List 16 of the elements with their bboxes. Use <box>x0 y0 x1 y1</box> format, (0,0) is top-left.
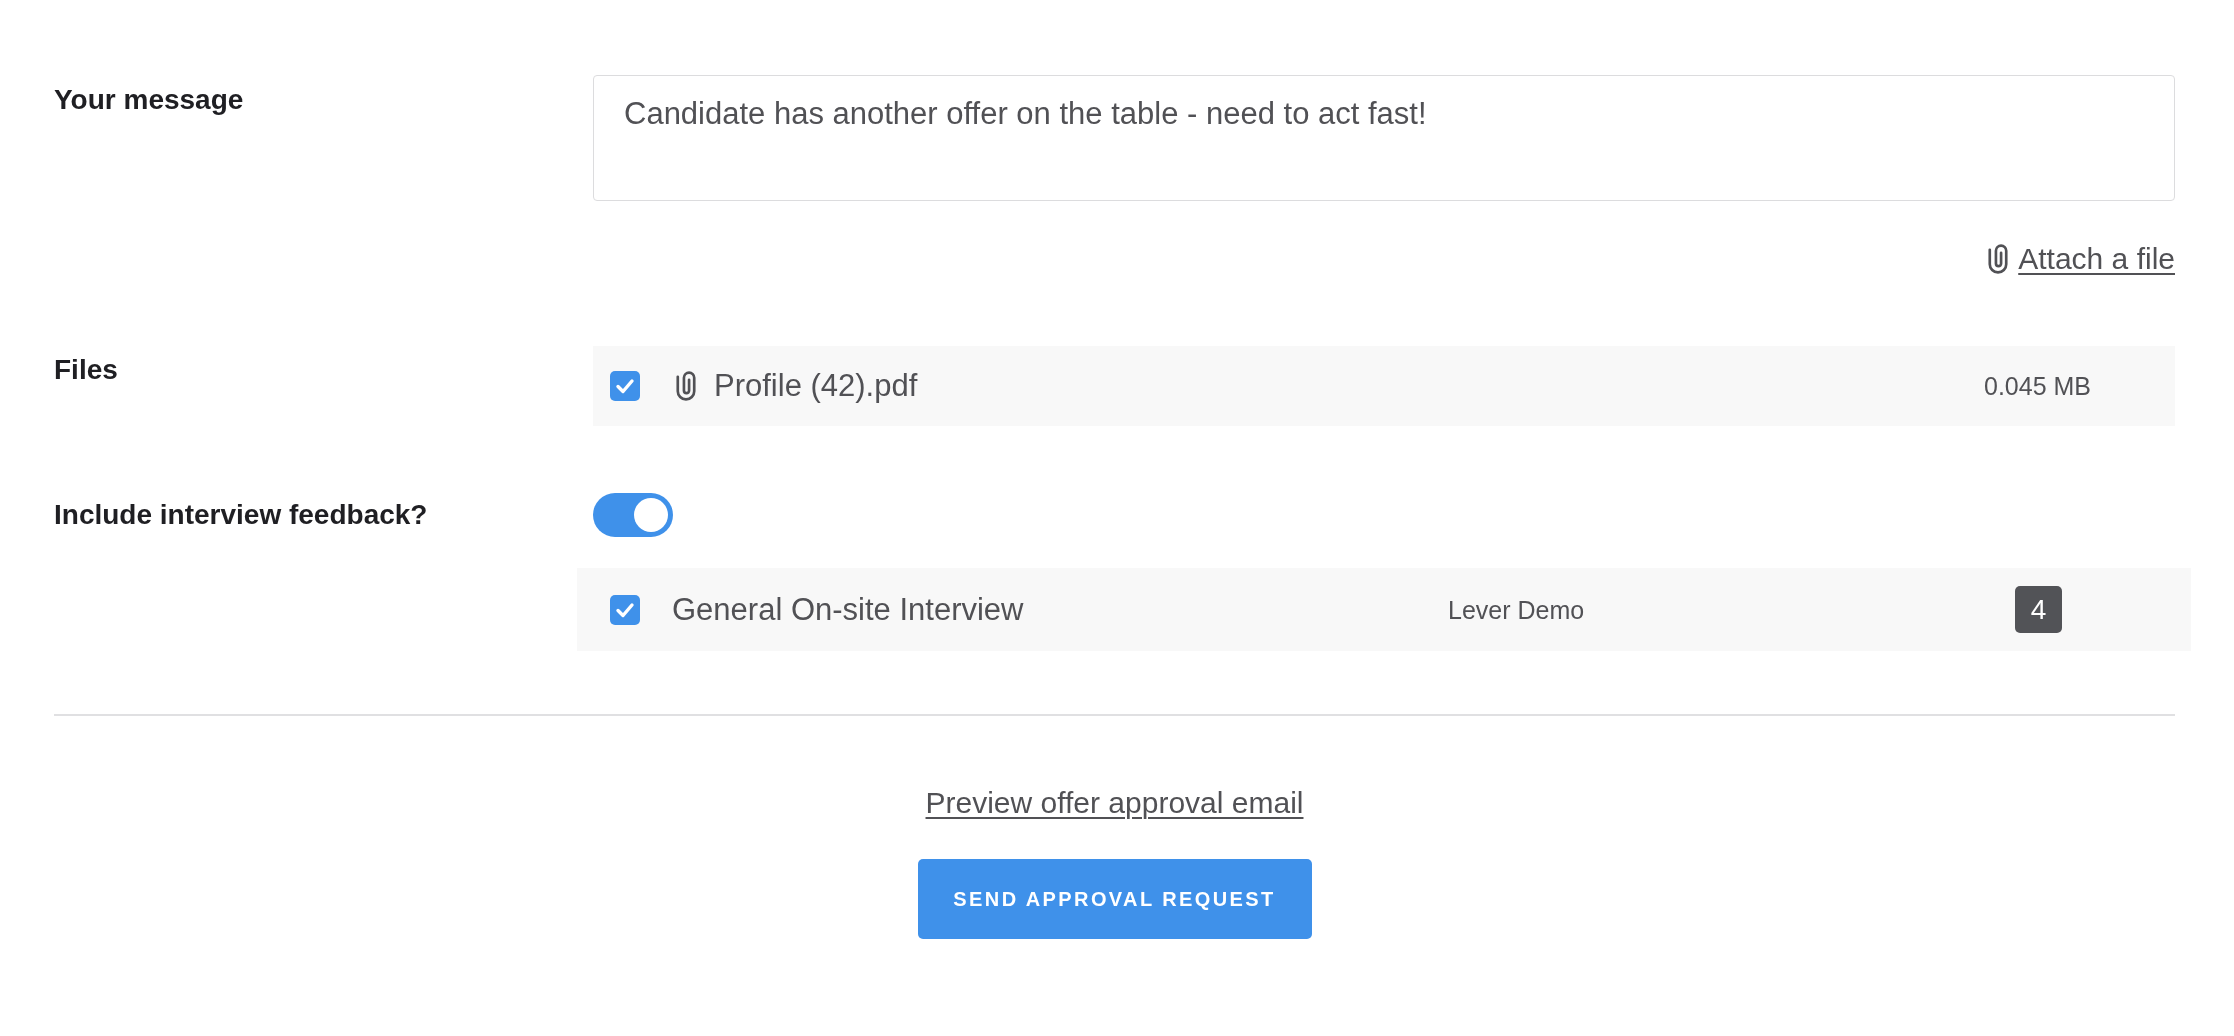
file-size: 0.045 MB <box>1984 371 2091 402</box>
file-name: Profile (42).pdf <box>714 367 919 405</box>
message-field[interactable]: Candidate has another offer on the table - need to act fast! <box>593 75 2175 201</box>
checkbox[interactable] <box>610 371 640 401</box>
checkbox[interactable] <box>610 594 640 625</box>
field-label: Files <box>54 353 118 387</box>
feedback-author: Lever Demo <box>1448 594 1586 626</box>
feedback-title: General On-site Interview <box>672 590 1025 629</box>
field-label: Include interview feedback? <box>54 498 428 532</box>
field-label: Your message <box>54 83 244 117</box>
paperclip-icon <box>676 371 696 401</box>
count-badge: 4 <box>2015 586 2062 633</box>
toggle-switch[interactable] <box>593 493 673 537</box>
paperclip-icon <box>1988 244 2009 274</box>
preview-email-link[interactable]: Preview offer approval email <box>925 785 1304 821</box>
attach-file-link[interactable]: Attach a file <box>2018 241 2175 277</box>
